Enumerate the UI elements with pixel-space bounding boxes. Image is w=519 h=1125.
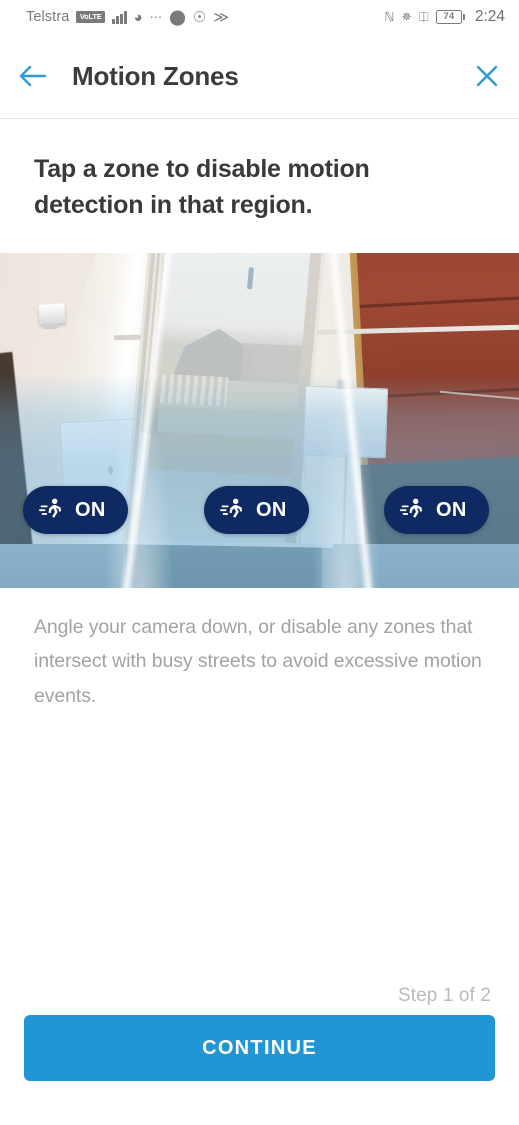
camera-preview[interactable]: ON ON ON — [0, 252, 519, 588]
glasses-icon: ⋯ — [149, 9, 163, 24]
motion-zones-screen: Telstra VoLTE ◕ ⋯ ⬤ ☉ ≫ ℕ ✵ ⎅ 74 2:24 Mo… — [0, 0, 519, 1125]
zone-toggle-right[interactable]: ON — [384, 485, 489, 534]
swiftkey-icon: ≫ — [213, 8, 230, 26]
app-header: Motion Zones — [0, 34, 519, 119]
close-icon — [476, 65, 498, 87]
volte-badge: VoLTE — [76, 10, 106, 24]
status-bar-left: Telstra VoLTE ◕ ⋯ ⬤ ☉ ≫ — [26, 9, 229, 25]
camera-scene — [0, 252, 519, 588]
zone-state-label: ON — [75, 498, 106, 521]
zone-state-label: ON — [256, 498, 287, 521]
back-button[interactable] — [0, 46, 64, 106]
continue-button[interactable]: CONTINUE — [24, 1015, 495, 1081]
zone-toggle-center[interactable]: ON — [204, 485, 309, 534]
bluetooth-icon: ✵ — [401, 9, 412, 24]
close-button[interactable] — [455, 46, 519, 106]
instruction-text: Tap a zone to disable motion detection i… — [34, 155, 370, 220]
arrow-left-icon — [19, 65, 47, 87]
page-title: Motion Zones — [72, 60, 239, 91]
battery-percent: 74 — [443, 11, 455, 23]
chat-bubble-icon: ⬤ — [169, 8, 186, 26]
running-person-icon — [39, 498, 62, 518]
wifi-icon: ◕ — [133, 8, 143, 26]
signal-bars-icon — [112, 10, 127, 24]
nfc-icon: ℕ — [384, 9, 395, 24]
whatsapp-icon: ☉ — [192, 8, 207, 26]
status-bar: Telstra VoLTE ◕ ⋯ ⬤ ☉ ≫ ℕ ✵ ⎅ 74 2:24 — [0, 0, 519, 34]
vibrate-icon: ⎅ — [418, 9, 429, 24]
battery-icon: 74 — [435, 10, 465, 24]
carrier-label: Telstra — [26, 9, 70, 25]
hint-text: Angle your camera down, or disable any z… — [34, 615, 482, 707]
wall-sensor — [38, 303, 66, 326]
zone-toggle-left[interactable]: ON — [23, 485, 128, 534]
step-indicator: Step 1 of 2 — [397, 985, 491, 1006]
status-bar-right: ℕ ✵ ⎅ 74 2:24 — [384, 8, 505, 26]
zone-state-label: ON — [436, 498, 467, 521]
running-person-icon — [220, 498, 243, 518]
clock-label: 2:24 — [474, 8, 505, 25]
meter-box — [302, 385, 388, 459]
running-person-icon — [400, 498, 423, 518]
